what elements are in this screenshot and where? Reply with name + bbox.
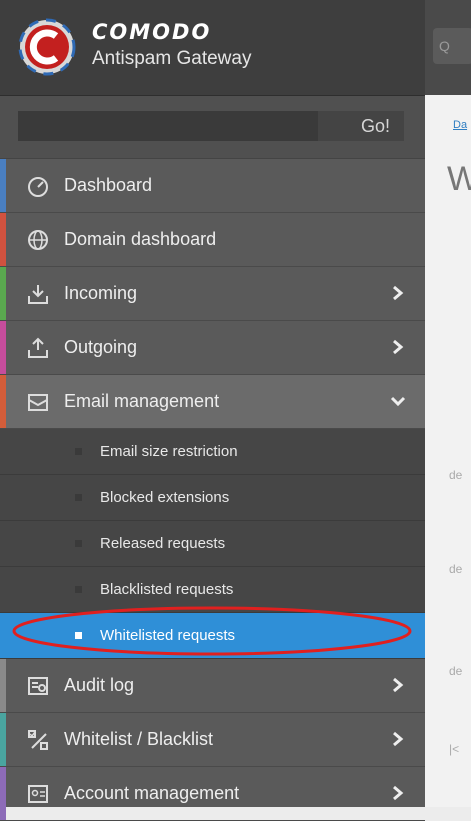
bullet-icon	[75, 448, 82, 455]
nav-item-label: Email management	[64, 391, 220, 411]
nav-item-email-management[interactable]: Email management	[0, 375, 425, 429]
quick-button[interactable]: Q	[433, 28, 471, 64]
row-fragment: de	[449, 468, 463, 482]
inbox-download-icon	[26, 282, 50, 306]
nav-stripe	[0, 659, 6, 712]
chevron-right-icon	[393, 285, 404, 301]
sidebar: COMODO Antispam Gateway Go! Dashboard Do…	[0, 0, 425, 821]
percent-list-icon	[26, 728, 50, 752]
comodo-logo-icon	[18, 18, 76, 76]
nav-stripe	[0, 375, 6, 428]
nav-item-label: Audit log	[64, 675, 135, 695]
envelope-tray-icon	[26, 390, 50, 414]
bullet-icon	[75, 586, 82, 593]
nav-stripe	[0, 267, 6, 320]
brand-product: Antispam Gateway	[92, 48, 252, 69]
nav-stripe	[0, 713, 6, 766]
email-management-submenu: Email size restriction Blocked extension…	[0, 429, 425, 659]
breadcrumb[interactable]: Da	[453, 119, 467, 131]
nav-item-domain-dashboard[interactable]: Domain dashboard	[0, 213, 425, 267]
submenu-item-label: Released requests	[100, 535, 226, 552]
pager-fragment[interactable]: |<	[449, 742, 459, 756]
bullet-icon	[75, 540, 82, 547]
submenu-item-label: Blocked extensions	[100, 489, 230, 506]
account-card-icon	[26, 782, 50, 806]
dashboard-icon	[26, 174, 50, 198]
page-title: W	[447, 160, 471, 198]
nav-item-label: Outgoing	[64, 337, 138, 357]
bullet-icon	[75, 632, 82, 639]
nav-item-audit-log[interactable]: Audit log	[0, 659, 425, 713]
brand-name: COMODO	[92, 20, 212, 44]
nav-item-label: Domain dashboard	[64, 229, 217, 249]
nav-stripe	[0, 321, 6, 374]
row-fragment: de	[449, 562, 463, 576]
submenu-item-label: Email size restriction	[100, 443, 238, 460]
submenu-item-whitelisted-requests[interactable]: Whitelisted requests	[0, 613, 425, 659]
submenu-item-email-size-restriction[interactable]: Email size restriction	[0, 429, 425, 475]
chevron-down-icon	[390, 396, 406, 407]
submenu-item-label: Whitelisted requests	[100, 627, 236, 644]
search-bar: Go!	[0, 96, 425, 159]
submenu-item-released-requests[interactable]: Released requests	[0, 521, 425, 567]
nav-item-dashboard[interactable]: Dashboard	[0, 159, 425, 213]
nav-stripe	[0, 213, 6, 266]
nav-item-whitelist-blacklist[interactable]: Whitelist / Blacklist	[0, 713, 425, 767]
nav-item-outgoing[interactable]: Outgoing	[0, 321, 425, 375]
chevron-right-icon	[393, 731, 404, 747]
nav-item-label: Incoming	[64, 283, 138, 303]
search-input[interactable]	[18, 111, 318, 141]
nav-item-label: Account management	[64, 783, 240, 803]
globe-icon	[26, 228, 50, 252]
nav-item-label: Dashboard	[64, 175, 153, 195]
nav-stripe	[0, 159, 6, 212]
active-pointer	[425, 612, 439, 648]
chevron-right-icon	[393, 785, 404, 801]
brand-header: COMODO Antispam Gateway	[0, 0, 425, 96]
nav-item-label: Whitelist / Blacklist	[64, 729, 214, 749]
bullet-icon	[75, 494, 82, 501]
top-bar: Q	[425, 0, 471, 95]
chevron-right-icon	[393, 339, 404, 355]
main-content: Q Da W de de de |<	[425, 0, 471, 807]
submenu-item-label: Blacklisted requests	[100, 581, 234, 598]
nav-stripe	[0, 767, 6, 820]
nav-item-incoming[interactable]: Incoming	[0, 267, 425, 321]
audit-log-icon	[26, 674, 50, 698]
submenu-item-blocked-extensions[interactable]: Blocked extensions	[0, 475, 425, 521]
chevron-right-icon	[393, 677, 404, 693]
go-button[interactable]: Go!	[318, 111, 404, 141]
submenu-item-blacklisted-requests[interactable]: Blacklisted requests	[0, 567, 425, 613]
nav-item-account-management[interactable]: Account management	[0, 767, 425, 821]
row-fragment: de	[449, 664, 463, 678]
inbox-upload-icon	[26, 336, 50, 360]
